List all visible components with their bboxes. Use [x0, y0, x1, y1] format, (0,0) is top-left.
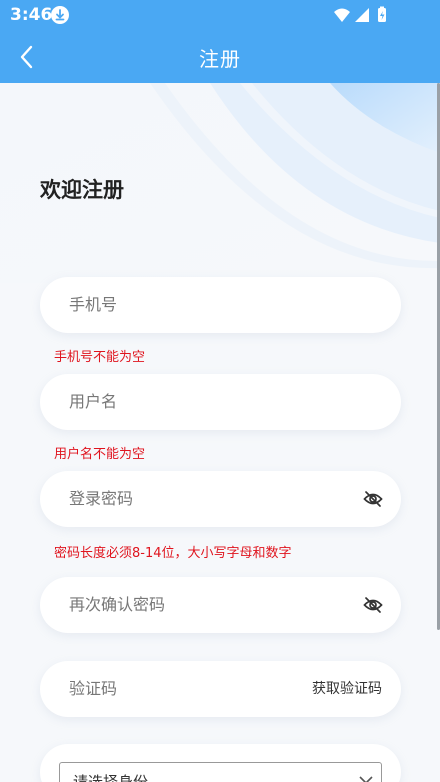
- username-field[interactable]: 用户名: [40, 374, 401, 430]
- identity-select[interactable]: 请选择身份: [59, 762, 382, 782]
- download-icon: [51, 6, 69, 24]
- eye-off-icon[interactable]: [363, 489, 383, 509]
- phone-field[interactable]: 手机号: [40, 277, 401, 333]
- status-icons: [334, 6, 386, 22]
- status-bar: 3:46: [0, 0, 440, 30]
- verification-code-input[interactable]: 验证码: [69, 661, 329, 717]
- confirm-password-input[interactable]: 再次确认密码: [69, 577, 329, 633]
- phone-error: 手机号不能为空: [54, 350, 146, 365]
- phone-input[interactable]: 手机号: [69, 277, 329, 333]
- eye-off-icon[interactable]: [363, 595, 383, 615]
- username-error: 用户名不能为空: [54, 447, 146, 462]
- get-code-button[interactable]: 获取验证码: [312, 661, 382, 717]
- page-title: 注册: [199, 47, 241, 71]
- signal-icon: [355, 8, 369, 22]
- password-field[interactable]: 登录密码: [40, 471, 401, 527]
- username-input[interactable]: 用户名: [69, 374, 329, 430]
- identity-select-value: 请选择身份: [73, 773, 149, 782]
- password-error: 密码长度必须8-14位，大小写字母和数字: [54, 546, 292, 561]
- wifi-icon: [334, 8, 350, 22]
- chevron-down-icon: [359, 776, 373, 782]
- status-time: 3:46: [10, 5, 53, 25]
- password-input[interactable]: 登录密码: [69, 471, 329, 527]
- confirm-password-field[interactable]: 再次确认密码: [40, 577, 401, 633]
- welcome-heading: 欢迎注册: [40, 178, 124, 202]
- verification-code-field[interactable]: 验证码 获取验证码: [40, 661, 401, 717]
- app-bar: 注册: [0, 30, 440, 83]
